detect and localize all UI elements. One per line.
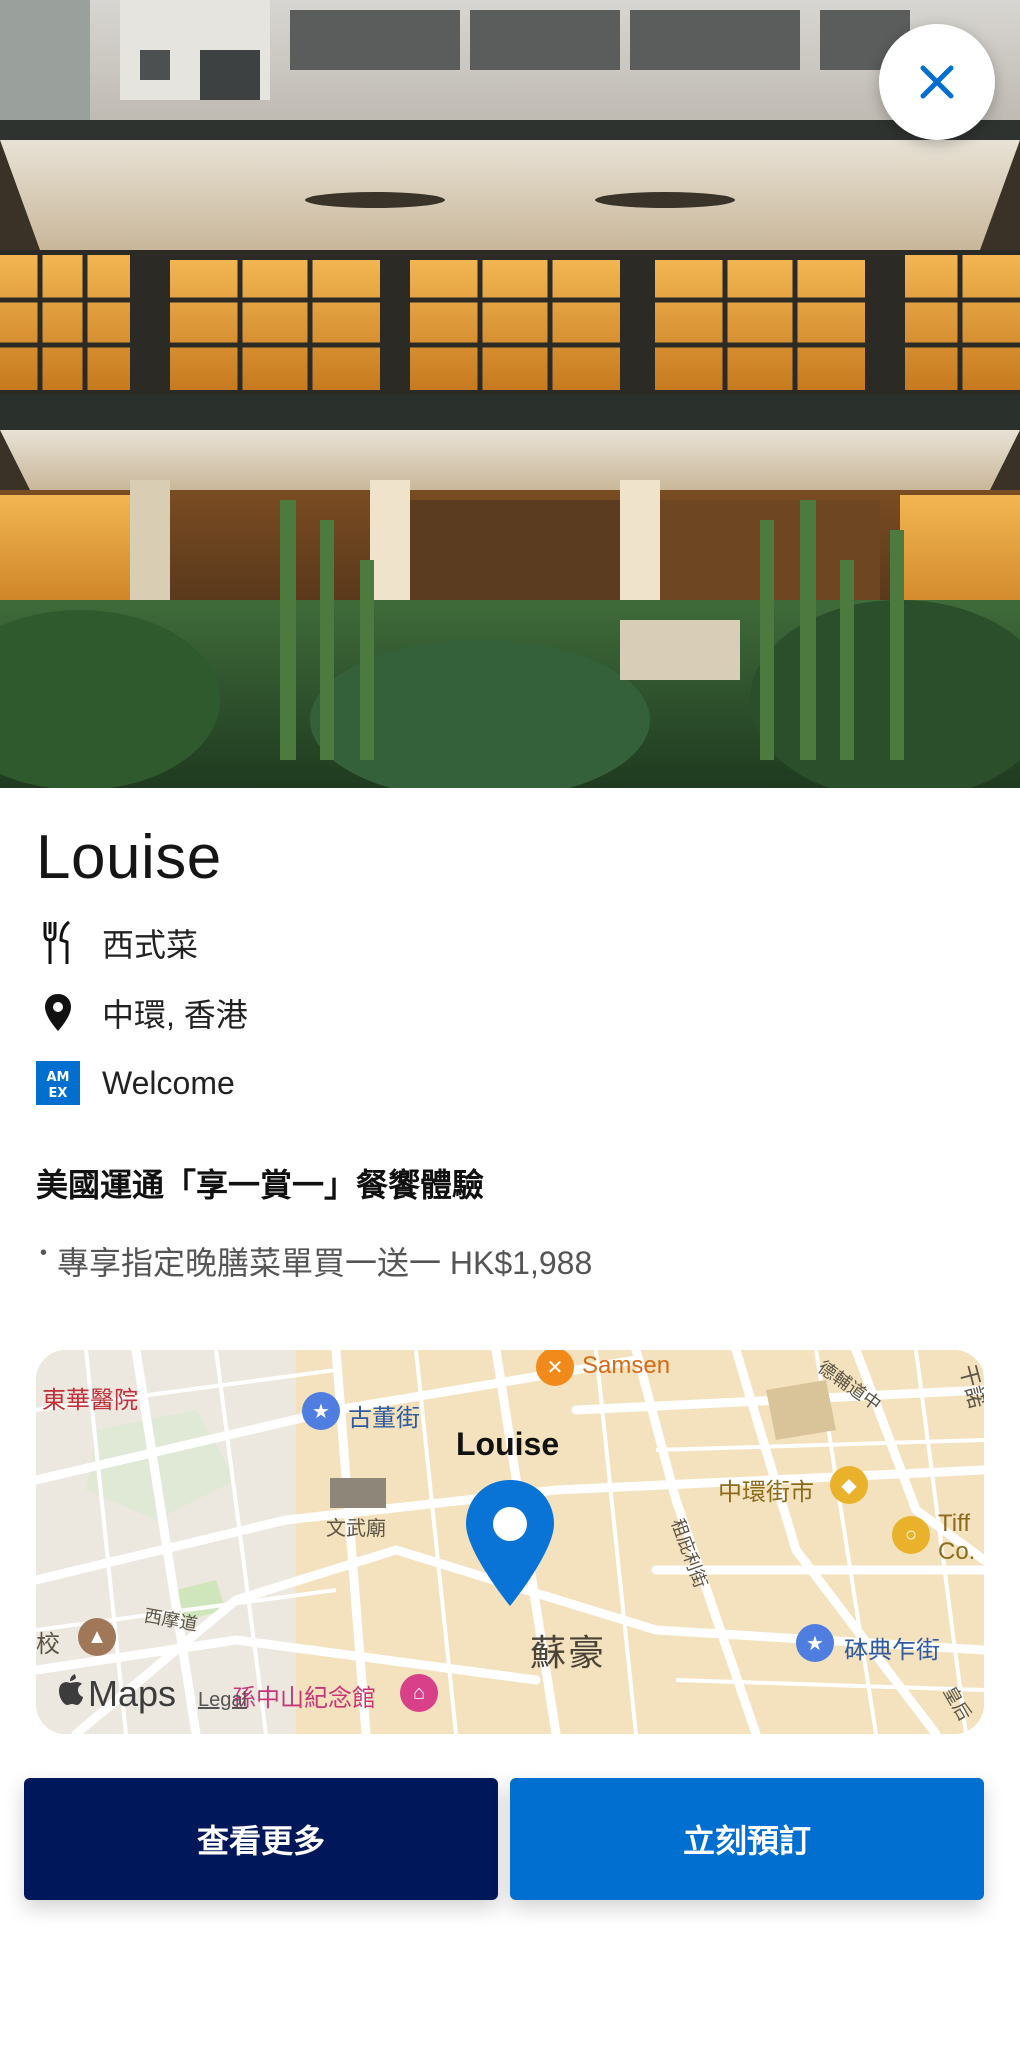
map-label-tiffany-2: Co. [938,1538,976,1565]
map-label-pedder: 砵典乍街 [844,1637,940,1664]
location-map[interactable]: 東華醫院 ✕ Samsen ★ 古董街 文武廟 中環街市 ◆ ○ Tiff Co… [36,1350,984,1734]
svg-text:AM: AM [47,1070,70,1085]
bullet-dot: • [40,1242,48,1264]
view-more-button[interactable]: 查看更多 [24,1778,498,1900]
maps-wordmark: Maps [88,1673,177,1714]
map-label-hospital: 東華醫院 [42,1387,138,1414]
shopping-bag-icon: ◆ [830,1466,868,1504]
restaurant-info: Louise 西式菜 中環, 香港 AM EX Welcome [36,820,986,1116]
map-label-school: 校 [36,1631,60,1658]
map-label-tiffany-1: Tiff [938,1510,971,1537]
close-button[interactable] [879,24,995,140]
legal-link[interactable]: Legal [198,1689,247,1712]
cuisine-text: 西式菜 [102,927,199,963]
map-label-sun-yat-sen: 孫中山紀念館 [232,1685,376,1712]
fork-knife-icon [36,919,80,967]
location-row: 中環, 香港 [36,980,986,1046]
star-poi-icon-2: ★ [796,1624,834,1662]
school-poi-icon: ▲ [78,1618,116,1656]
map-label-district: 蘇豪 [530,1632,607,1673]
cuisine-row: 西式菜 [36,910,986,976]
offer-item: • 專享指定晚膳菜單買一送一 HK$1,988 [40,1238,592,1284]
svg-text:EX: EX [49,1086,68,1101]
map-attribution: Maps Legal [56,1672,247,1715]
offer-item-text: 專享指定晚膳菜單買一送一 HK$1,988 [57,1245,593,1281]
map-label-samsen: Samsen [582,1352,671,1379]
map-pin-icon[interactable] [464,1478,556,1608]
star-poi-icon: ★ [302,1392,340,1430]
apple-logo-icon [59,1674,83,1705]
offer-title: 美國運通「享一賞一」餐饗體驗 [36,1167,485,1203]
restaurant-exterior-photo [0,0,1020,788]
hero-image [0,0,1020,788]
card-program-row: AM EX Welcome [36,1050,986,1116]
location-text: 中環, 香港 [102,997,248,1033]
ring-poi-icon: ○ [892,1516,930,1554]
museum-poi-icon: ⌂ [400,1674,438,1712]
close-icon [920,65,954,99]
card-program-text: Welcome [102,1064,235,1101]
book-now-button[interactable]: 立刻預訂 [510,1778,984,1900]
restaurant-name: Louise [36,823,222,892]
map-label-central-market: 中環街市 [718,1479,814,1506]
amex-logo-icon: AM EX [36,1059,80,1107]
map-label-gutongjie: 古董街 [348,1405,420,1432]
location-pin-icon [36,989,80,1037]
map-label-temple: 文武廟 [326,1518,386,1540]
map-pin-label: Louise [456,1426,560,1462]
